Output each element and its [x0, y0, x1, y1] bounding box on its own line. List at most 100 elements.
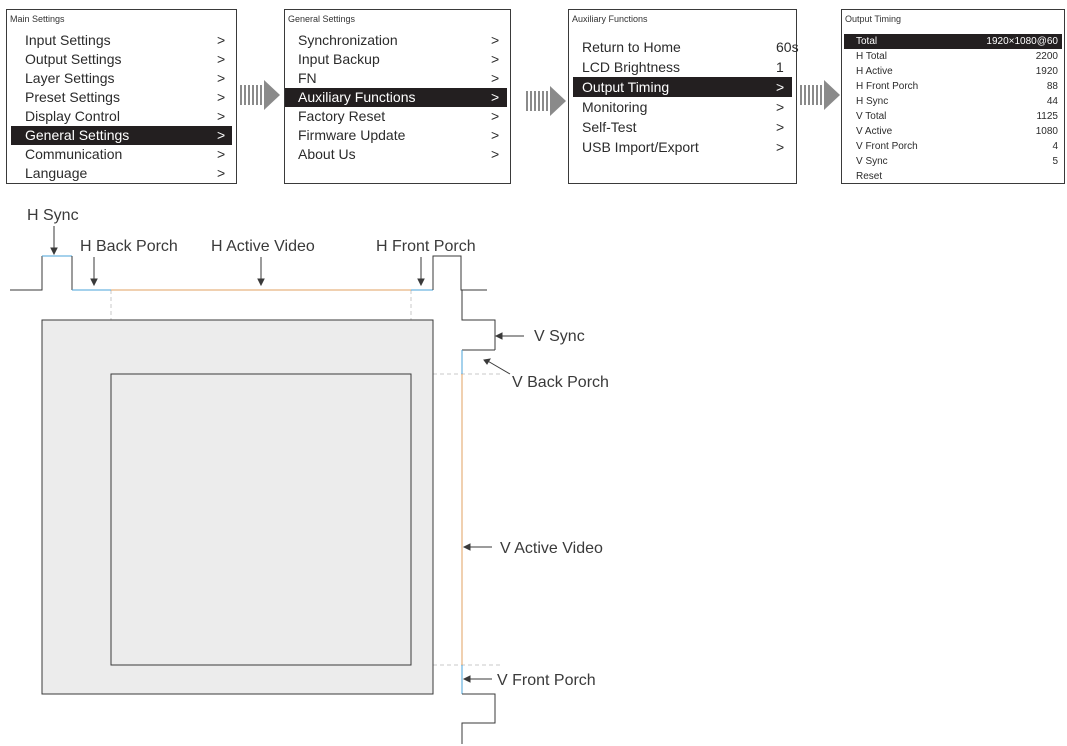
menu-item[interactable]: Output Settings >	[11, 50, 232, 69]
guide-lines	[110, 290, 500, 666]
panel-auxiliary-functions: Auxiliary Functions Return to Home 60s LCD…	[568, 9, 799, 184]
menu-item-label: V Sync	[856, 156, 888, 167]
menu-item[interactable]: Firmware Update >	[285, 126, 507, 145]
menu-item[interactable]: Input Backup >	[285, 50, 507, 69]
menu-item-label: V Total	[856, 111, 887, 122]
menu-item[interactable]: Display Control >	[11, 107, 232, 126]
pointer-arrows	[50, 226, 524, 683]
menu-item-label: V Active	[856, 126, 893, 137]
double-right-arrow-icon	[526, 86, 568, 121]
label-h-front-porch: H Front Porch	[376, 238, 476, 255]
menu-item-label: Synchronization	[298, 32, 398, 48]
menu-item-value: 1080	[1035, 126, 1058, 137]
chevron-right-icon: >	[776, 119, 785, 135]
label-v-sync: V Sync	[534, 328, 585, 345]
chevron-right-icon: >	[217, 108, 226, 124]
menu-item[interactable]: H Sync 44	[844, 94, 1062, 109]
menu-item-label: Language	[25, 165, 88, 181]
menu-item[interactable]: V Front Porch 4	[844, 139, 1062, 154]
menu-item-label: Communication	[25, 146, 123, 162]
double-right-arrow-icon	[240, 80, 282, 115]
menu-item[interactable]: Synchronization >	[285, 31, 507, 50]
menu-item-value: 1	[776, 59, 784, 75]
menu-item[interactable]: Input Settings >	[11, 31, 232, 50]
menu-item-value: 44	[1046, 96, 1058, 107]
menu-item[interactable]: Self-Test >	[573, 117, 792, 137]
chevron-right-icon: >	[776, 139, 785, 155]
chevron-right-icon: >	[776, 99, 785, 115]
menu-item-label: H Sync	[856, 96, 889, 107]
menu-item-label: Output Timing	[582, 79, 670, 95]
label-h-back-porch: H Back Porch	[80, 238, 178, 255]
menu-item[interactable]: H Total 2200	[844, 49, 1062, 64]
menu-item[interactable]: USB Import/Export >	[573, 137, 792, 157]
menu-item-value: 2200	[1035, 51, 1058, 62]
menu-item[interactable]: V Total 1125	[844, 109, 1062, 124]
menu-item[interactable]: About Us >	[285, 145, 507, 164]
menu-item-value: 5	[1052, 156, 1058, 167]
menu-item[interactable]: Total 1920×1080@60	[844, 34, 1062, 49]
menu-item-label: Factory Reset	[298, 108, 386, 124]
menu-item-label: H Front Porch	[856, 81, 919, 92]
h-waveform	[10, 255, 487, 291]
chevron-right-icon: >	[491, 51, 500, 67]
menu-item[interactable]: V Active 1080	[844, 124, 1062, 139]
label-v-active-video: V Active Video	[500, 540, 603, 557]
menu-item-label: About Us	[298, 146, 356, 162]
menu-item-value: 1920	[1035, 66, 1058, 77]
menu-item-label: H Total	[856, 51, 887, 62]
chevron-right-icon: >	[491, 108, 500, 124]
panel-main-settings: Main Settings Input Settings > Output Sett…	[6, 9, 237, 184]
menu-item-value: 1920×1080@60	[986, 36, 1058, 47]
menu-item-label: Auxiliary Functions	[298, 89, 416, 105]
chevron-right-icon: >	[491, 32, 500, 48]
panel-general-settings: General Settings Synchronization > Input B…	[284, 9, 511, 184]
menu-item[interactable]: Layer Settings >	[11, 69, 232, 88]
menu-item-label: Layer Settings	[25, 70, 115, 86]
panel-output-timing: Output Timing Total 1920×1080@60 H Total 22…	[841, 9, 1065, 184]
chevron-right-icon: >	[217, 146, 226, 162]
menu-item-label: LCD Brightness	[582, 59, 681, 75]
chevron-right-icon: >	[217, 70, 226, 86]
chevron-right-icon: >	[491, 146, 500, 162]
panel-title: Auxiliary Functions	[572, 14, 648, 24]
menu-item[interactable]: Factory Reset >	[285, 107, 507, 126]
menu-item[interactable]: H Front Porch 88	[844, 79, 1062, 94]
menu-item-value: 4	[1052, 141, 1058, 152]
menu-item[interactable]: Communication >	[11, 145, 232, 164]
chevron-right-icon: >	[217, 32, 226, 48]
chevron-right-icon: >	[491, 127, 500, 143]
menu-item-label: Input Backup	[298, 51, 380, 67]
label-v-back-porch: V Back Porch	[512, 374, 609, 391]
menu-item-label: H Active	[856, 66, 893, 77]
menu-item-label: USB Import/Export	[582, 139, 699, 155]
chevron-right-icon: >	[217, 51, 226, 67]
menu-item[interactable]: V Sync 5	[844, 154, 1062, 169]
menu-item[interactable]: Monitoring >	[573, 97, 792, 117]
menu-item[interactable]: Auxiliary Functions >	[285, 88, 507, 107]
menu-item[interactable]: Output Timing >	[573, 77, 792, 97]
menu-item[interactable]: Language >	[11, 164, 232, 183]
menu-item-label: General Settings	[25, 127, 130, 143]
panel-title: General Settings	[288, 14, 356, 24]
menu-item[interactable]: Preset Settings >	[11, 88, 232, 107]
chevron-right-icon: >	[491, 89, 500, 105]
menu-item-label: V Front Porch	[856, 141, 918, 152]
label-v-front-porch: V Front Porch	[497, 672, 596, 689]
menu-item-label: Output Settings	[25, 51, 122, 67]
menu-item-label: Display Control	[25, 108, 120, 124]
menu-item-label: Input Settings	[25, 32, 111, 48]
panel-title: Output Timing	[845, 14, 902, 24]
menu-item[interactable]: General Settings >	[11, 126, 232, 145]
menu-item[interactable]: FN >	[285, 69, 507, 88]
menu-item-label: Self-Test	[582, 119, 637, 135]
menu-item[interactable]: Reset	[844, 169, 1062, 184]
v-waveform	[461, 290, 496, 744]
menu-item[interactable]: Return to Home 60s	[573, 37, 799, 57]
menu-item[interactable]: LCD Brightness 1	[573, 57, 792, 77]
menu-item-label: Return to Home	[582, 39, 681, 55]
menu-item-label: Reset	[856, 171, 883, 182]
label-h-active-video: H Active Video	[211, 238, 315, 255]
menu-item-label: FN	[298, 70, 317, 86]
menu-item[interactable]: H Active 1920	[844, 64, 1062, 79]
